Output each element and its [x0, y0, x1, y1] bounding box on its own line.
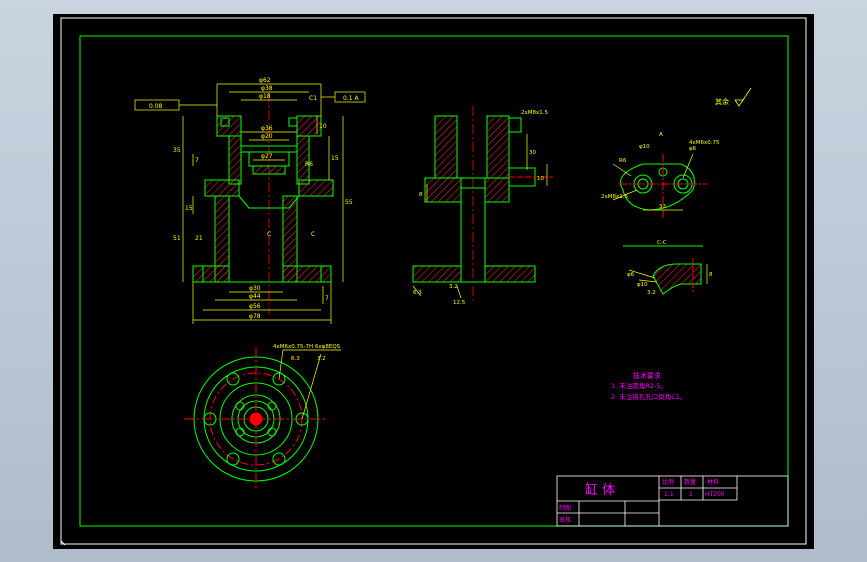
side-thread: 2xM8x1.5: [521, 110, 549, 116]
side-roughness-3: 12.5: [453, 300, 466, 306]
dim-phi27: φ27: [261, 153, 273, 160]
side-roughness-1: 3.2: [449, 284, 458, 290]
dim-left-21: 21: [195, 235, 203, 242]
detail-a-text: A φ10 φ6 R6 33 4xM6x0.75 2xM8x1.5: [601, 132, 720, 210]
detail-a-thread-2: 2xM8x1.5: [601, 194, 629, 200]
tol-right: 0.1 A: [343, 95, 359, 102]
dim-phi38: φ38: [261, 85, 273, 92]
dim-left-35: 35: [173, 147, 181, 154]
notes-title: 技术要求: [633, 371, 661, 380]
dim-phi18: φ18: [259, 93, 271, 100]
note-item-2: 2. 未注铸孔孔口倒角C1。: [611, 392, 686, 401]
radius-r6: R6: [305, 161, 313, 168]
dim-left-51: 51: [173, 235, 181, 242]
detail-a-label: A: [659, 132, 663, 138]
part-name: 缸 体: [585, 482, 615, 498]
dim-phi56: φ56: [249, 303, 261, 310]
note-item-1: 1. 未注圆角R2-5。: [611, 381, 667, 390]
section-cc-phi10: φ10: [637, 282, 648, 288]
val-qty: 1: [689, 491, 693, 498]
detail-a-phi6: φ6: [689, 146, 697, 152]
detail-a-thread-1: 4xM6x0.75: [689, 140, 720, 146]
hdr-material: 材料: [707, 478, 719, 486]
drawing-sheet: φ62 φ38 φ18 φ36 φ20 φ27 φ30 φ44 φ56 φ78 …: [53, 14, 814, 549]
section-mark-right: C: [311, 231, 315, 238]
side-view: [412, 106, 553, 302]
detail-a-r6: R6: [619, 158, 627, 164]
roughness-symbol: 其余: [715, 87, 752, 107]
val-material: HT200: [705, 491, 725, 498]
plan-thread-callout: 4xM6x0.75-7H: [273, 344, 313, 350]
plan-hole-callout: 6xφ8EQS: [315, 344, 341, 350]
roughness-note: 其余: [715, 97, 729, 106]
front-dim-text: φ62 φ38 φ18 φ36 φ20 φ27 φ30 φ44 φ56 φ78 …: [149, 77, 359, 320]
side-dim-30: 30: [529, 150, 536, 156]
tol-left: 0.08: [149, 103, 163, 110]
section-cc-phi6: φ6: [627, 272, 635, 278]
section-cc: [623, 245, 708, 295]
side-dim-8: 8: [419, 192, 423, 198]
dim-phi20: φ20: [261, 133, 273, 140]
plan-dim-text: 4xM6x0.75-7H 6xφ8EQS 6.3 3.2: [273, 344, 341, 362]
section-cc-rough: 3.2: [647, 290, 656, 296]
dim-phi44: φ44: [249, 293, 261, 300]
side-roughness-2: 6.3: [413, 290, 422, 296]
detail-a-phi10: φ10: [639, 144, 650, 150]
dim-right-10: 10: [319, 123, 327, 130]
row-check: 审核: [559, 516, 571, 524]
technical-notes: 技术要求 1. 未注圆角R2-5。 2. 未注铸孔孔口倒角C1。: [611, 371, 686, 401]
dim-left-7: 7: [195, 157, 199, 164]
hdr-scale: 比例: [662, 478, 674, 486]
dim-right-15: 15: [331, 155, 339, 162]
dim-right-7: 7: [325, 295, 329, 302]
section-cc-8: 8: [709, 272, 713, 278]
hdr-qty: 数量: [684, 478, 696, 486]
val-scale: 1:1: [664, 491, 674, 498]
plan-roughness-1: 6.3: [291, 356, 300, 362]
dim-right-55: 55: [345, 199, 353, 206]
cad-drawing: φ62 φ38 φ18 φ36 φ20 φ27 φ30 φ44 φ56 φ78 …: [60, 17, 807, 546]
detail-a-33: 33: [659, 204, 666, 210]
dim-phi78: φ78: [249, 313, 261, 320]
dim-phi62: φ62: [259, 77, 271, 84]
section-mark-left: C: [267, 231, 271, 238]
plan-roughness-2: 3.2: [317, 356, 326, 362]
side-dim-10: 10: [537, 176, 544, 182]
plan-view: [184, 347, 341, 491]
dim-phi30: φ30: [249, 285, 261, 292]
row-drawn: 制图: [559, 504, 571, 512]
section-cc-label: C-C: [657, 240, 667, 246]
chamfer-c1: C1: [309, 95, 317, 102]
dim-left-15: 15: [185, 205, 193, 212]
dim-phi36: φ36: [261, 125, 273, 132]
